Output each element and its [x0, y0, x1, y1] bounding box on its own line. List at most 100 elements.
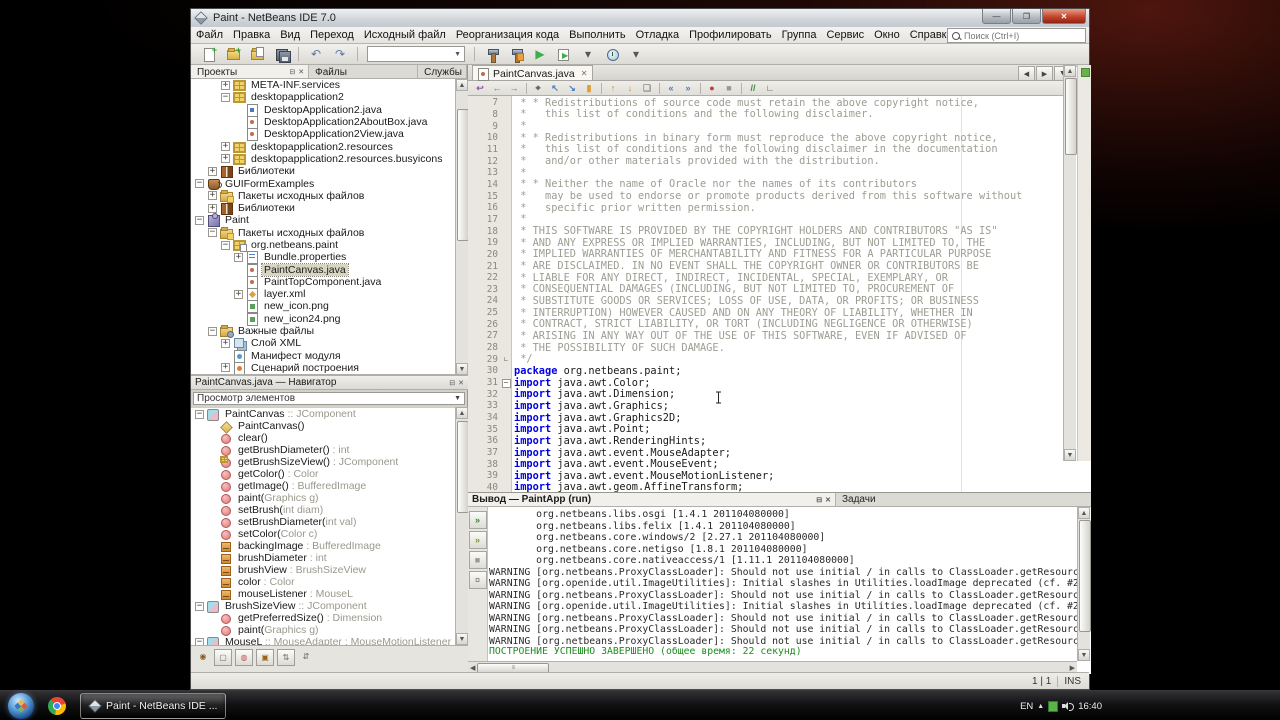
run-project-button[interactable]: ▶ — [529, 44, 551, 64]
caret1-button[interactable]: ▾ — [577, 44, 599, 64]
expand-toggle-icon[interactable]: + — [234, 289, 243, 299]
code-line[interactable]: 32 import java.awt.Dimension; — [468, 388, 1063, 400]
uncomment-button[interactable]: ∟ — [762, 82, 778, 95]
forward-button[interactable]: → — [506, 82, 522, 95]
show-fields-button[interactable]: ◍ — [235, 649, 253, 666]
navigator-row-16[interactable]: mouseListener : MouseL — [191, 588, 468, 600]
menu-item-3[interactable]: Вид — [275, 28, 305, 42]
shift-line-left-button[interactable]: « — [663, 82, 679, 95]
project-row-18[interactable]: + layer.xml — [191, 288, 468, 302]
expand-toggle-icon[interactable]: − — [195, 215, 204, 225]
close-tab-icon[interactable]: ✕ — [581, 69, 588, 78]
navigator-row-9[interactable]: setBrush(int diam) — [191, 504, 468, 516]
scroll-up-arrow[interactable]: ▲ — [1078, 507, 1090, 519]
menu-item-6[interactable]: Реорганизация кода — [451, 28, 564, 42]
navigator-row-3[interactable]: clear() — [191, 432, 468, 444]
code-line[interactable]: 27 * ARISING IN ANY WAY OUT OF THE USE O… — [468, 330, 1063, 342]
show-inherited-button[interactable]: ▢ — [214, 649, 232, 666]
save-all-button[interactable] — [270, 44, 292, 64]
undo-button[interactable]: ↶ — [305, 44, 327, 64]
navigator-row-12[interactable]: backingImage : BufferedImage — [191, 540, 468, 552]
menu-item-5[interactable]: Исходный файл — [359, 28, 451, 42]
expand-toggle-icon[interactable]: + — [221, 80, 230, 90]
navigator-row-5[interactable]: getBrushSizeView() : JComponent — [191, 456, 468, 468]
code-line[interactable]: 13 * — [468, 167, 1063, 179]
code-line[interactable]: 37 import java.awt.event.MouseAdapter; — [468, 447, 1063, 459]
quick-search[interactable] — [947, 28, 1086, 43]
code-line[interactable]: 8 * this list of conditions and the foll… — [468, 108, 1063, 120]
project-row-16[interactable]: PaintCanvas.java — [191, 262, 468, 277]
editor-scrollbar[interactable]: ▲ ▼ — [1063, 65, 1077, 461]
menu-item-10[interactable]: Группа — [777, 28, 822, 42]
code-line[interactable]: 18 * THIS SOFTWARE IS PROVIDED BY THE CO… — [468, 225, 1063, 237]
code-line[interactable]: 20 * IMPLIED WARRANTIES OF MERCHANTABILI… — [468, 248, 1063, 260]
project-row-14[interactable]: − org.netbeans.paint — [191, 239, 468, 252]
code-line[interactable]: 7 * * Redistributions of source code mus… — [468, 97, 1063, 109]
project-row-6[interactable]: + desktopapplication2.resources — [191, 140, 468, 153]
toggle-highlight-button[interactable]: ▮ — [581, 82, 597, 95]
project-row-13[interactable]: − Пакеты исходных файлов — [191, 226, 468, 240]
configuration-combobox[interactable]: ▼ — [367, 46, 465, 62]
navigator-scrollbar[interactable]: ▲ ▼ — [455, 407, 469, 645]
comment-button[interactable]: // — [745, 82, 761, 95]
explorer-tab-2[interactable]: Файлы — [309, 65, 419, 78]
code-line[interactable]: 29 ∟ */ — [468, 353, 1063, 365]
close-button[interactable]: ✕ — [1042, 9, 1086, 24]
project-row-24[interactable]: + Сценарий построения — [191, 361, 468, 374]
minimize-button[interactable]: — — [982, 9, 1011, 24]
stop-build-button[interactable]: ■ — [468, 551, 487, 569]
ant-settings-button[interactable]: ¤ — [468, 571, 487, 589]
sort-alpha-button[interactable]: ⇵ — [298, 649, 314, 664]
scroll-down-arrow[interactable]: ▼ — [1078, 649, 1090, 661]
find-selection-button[interactable]: ⌖ — [530, 82, 546, 95]
navigator-row-10[interactable]: setBrushDiameter(int val) — [191, 516, 468, 528]
projects-scrollbar[interactable]: ▲ ▼ — [455, 79, 469, 375]
expand-toggle-icon[interactable]: + — [234, 252, 243, 262]
code-line[interactable]: 28 * THE POSSIBILITY OF SUCH DAMAGE. — [468, 342, 1063, 354]
project-row-15[interactable]: + Bundle.properties — [191, 251, 468, 265]
project-row-11[interactable]: + Библиотеки — [191, 202, 468, 216]
navigator-row-7[interactable]: getImage() : BufferedImage — [191, 480, 468, 492]
expand-toggle-icon[interactable]: − — [221, 92, 230, 102]
project-row-17[interactable]: PaintTopComponent.java — [191, 275, 468, 289]
menu-item-8[interactable]: Отладка — [631, 28, 684, 42]
rerun-with-args-button[interactable]: » — [468, 531, 487, 549]
expand-toggle-icon[interactable]: − — [195, 409, 204, 419]
navigator-row-15[interactable]: color : Color — [191, 576, 468, 588]
expand-toggle-icon[interactable]: + — [208, 203, 217, 213]
debug-project-button[interactable] — [553, 44, 575, 64]
new-file-button[interactable]: + — [198, 44, 220, 64]
navigator-row-18[interactable]: getPreferredSize() : Dimension — [191, 612, 468, 624]
navigator-row-17[interactable]: − BrushSizeView :: JComponent — [191, 600, 468, 613]
project-row-3[interactable]: DesktopApplication2.java — [191, 103, 468, 117]
project-row-8[interactable]: + Библиотеки — [191, 165, 468, 179]
navigator-row-11[interactable]: setColor(Color c) — [191, 528, 468, 540]
stop-macro-button[interactable]: ■ — [721, 82, 737, 95]
language-indicator[interactable]: EN — [1020, 701, 1033, 712]
caret2-button[interactable]: ▾ — [625, 44, 647, 64]
rerun-button[interactable]: » — [468, 511, 487, 529]
code-line[interactable]: 16 * specific prior written permission. — [468, 202, 1063, 214]
expand-toggle-icon[interactable]: − — [195, 601, 204, 611]
code-line[interactable]: 39 import java.awt.event.MouseMotionListe… — [468, 470, 1063, 482]
expand-toggle-icon[interactable]: − — [208, 228, 217, 238]
find-next-button[interactable]: ↘ — [564, 82, 580, 95]
output-close-icon[interactable]: ✕ — [825, 496, 831, 504]
code-line[interactable]: 35 import java.awt.Point; — [468, 423, 1063, 435]
output-text-area[interactable]: org.netbeans.libs.osgi [1.4.1 2011040800… — [489, 507, 1077, 663]
code-line[interactable]: 34 import java.awt.Graphics2D; — [468, 412, 1063, 424]
code-line[interactable]: 26 * CONTRACT, STRICT LIABILITY, OR TORT… — [468, 318, 1063, 330]
code-line[interactable]: 15 * may be used to endorse or promote p… — [468, 190, 1063, 202]
navigator-row-8[interactable]: paint(Graphics g) — [191, 492, 468, 504]
project-row-4[interactable]: DesktopApplication2AboutBox.java — [191, 116, 468, 130]
next-error-button[interactable]: ● — [704, 82, 720, 95]
panel-close-icon[interactable]: ✕ — [298, 68, 304, 76]
code-line[interactable]: 9 * — [468, 120, 1063, 132]
open-project-button[interactable] — [246, 44, 268, 64]
navigator-filter-dropdown[interactable]: Просмотр элементов ▼ — [193, 392, 465, 405]
tab-tasks[interactable]: Задачи — [836, 493, 1091, 506]
code-line[interactable]: 23 * CONSEQUENTIAL DAMAGES (INCLUDING, B… — [468, 283, 1063, 295]
code-line[interactable]: 22 * LIABLE FOR ANY DIRECT, INDIRECT, IN… — [468, 272, 1063, 284]
menu-item-9[interactable]: Профилировать — [684, 28, 777, 42]
project-row-10[interactable]: + Пакеты исходных файлов — [191, 189, 468, 203]
